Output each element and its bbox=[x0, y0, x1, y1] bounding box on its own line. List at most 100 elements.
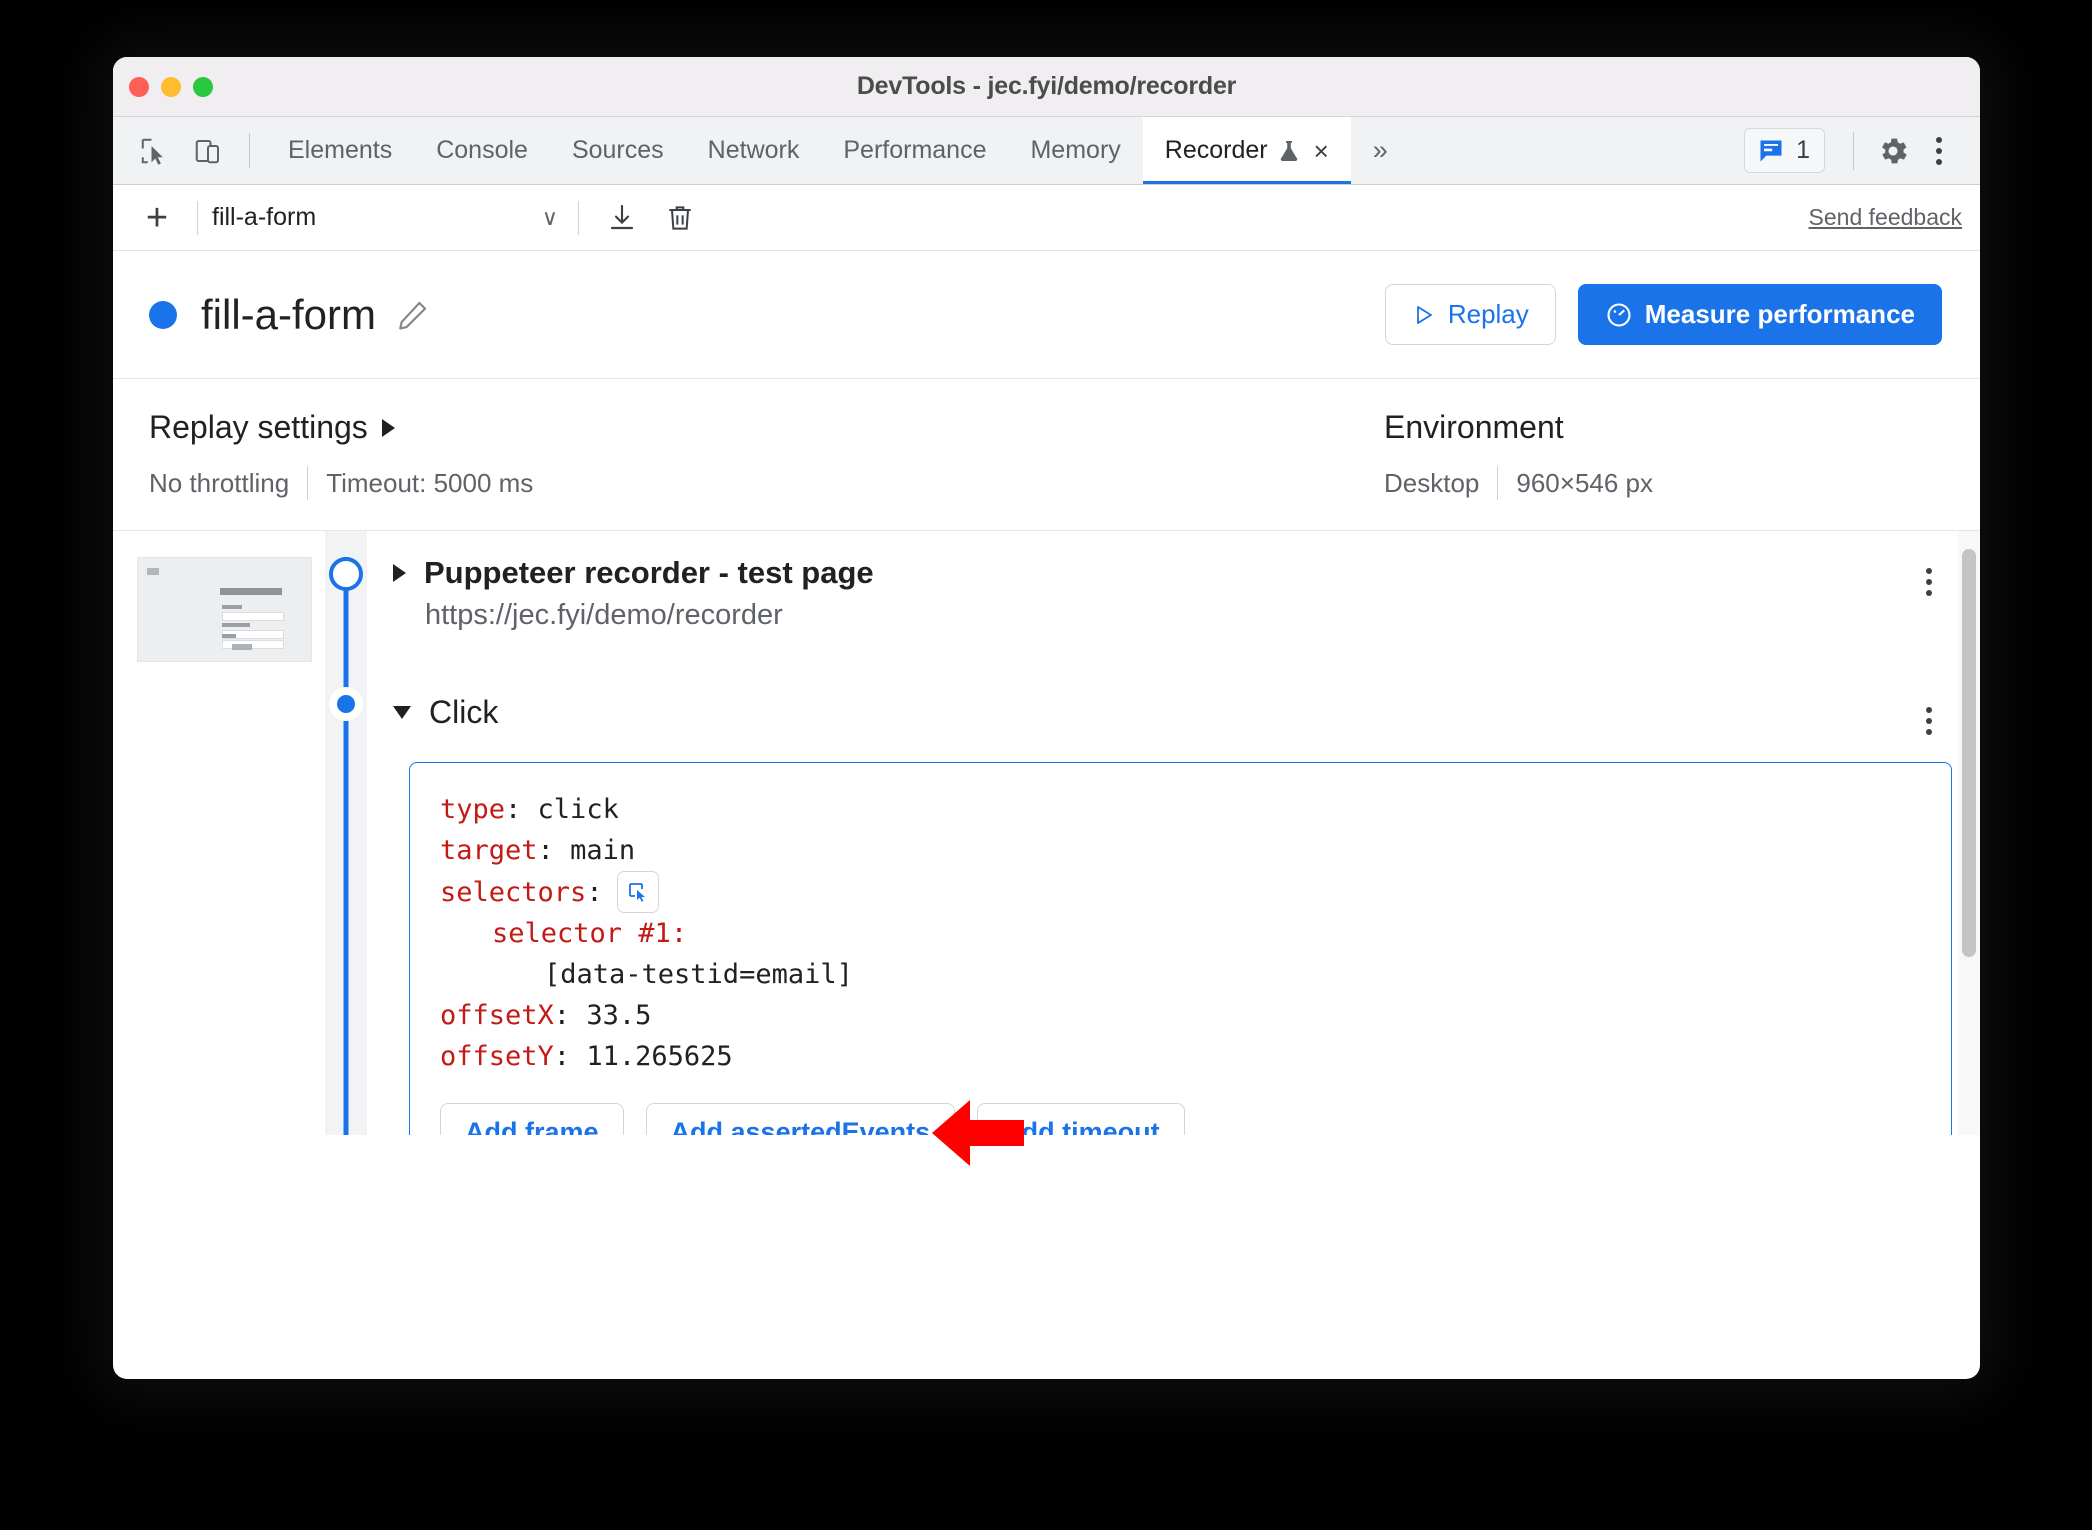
thumb-input bbox=[222, 612, 284, 621]
recording-actions: Replay Measure performance bbox=[1384, 284, 1942, 345]
step-start-header[interactable]: Puppeteer recorder - test page bbox=[393, 555, 1906, 591]
step-click-menu-icon[interactable] bbox=[1906, 694, 1952, 740]
replay-button[interactable]: Replay bbox=[1384, 284, 1556, 345]
code-add-buttons: Add frame Add assertedEvents Add timeout bbox=[440, 1103, 1921, 1135]
replay-settings-toggle[interactable]: Replay settings bbox=[149, 409, 1384, 446]
step-click-header[interactable]: Click bbox=[393, 694, 1906, 731]
step-start[interactable]: Puppeteer recorder - test page https://j… bbox=[367, 555, 1980, 632]
code-line-offsetx[interactable]: offsetX: 33.5 bbox=[440, 995, 1921, 1036]
code-line-target[interactable]: target: main bbox=[440, 830, 1921, 871]
thumb-label bbox=[222, 634, 236, 638]
measure-performance-button[interactable]: Measure performance bbox=[1577, 284, 1942, 345]
add-frame-button[interactable]: Add frame bbox=[440, 1103, 624, 1135]
code-key: type bbox=[440, 794, 506, 825]
add-timeout-button[interactable]: Add timeout bbox=[977, 1103, 1185, 1135]
code-line-type[interactable]: type: click bbox=[440, 789, 1921, 830]
download-icon[interactable] bbox=[593, 202, 651, 234]
kebab-menu-icon[interactable] bbox=[1916, 128, 1962, 174]
close-window-button[interactable] bbox=[129, 76, 149, 97]
recording-header: fill-a-form Replay Measure performance bbox=[113, 251, 1980, 379]
environment-summary: Desktop 960×546 px bbox=[1384, 466, 1944, 500]
code-key: offsetY bbox=[440, 1041, 554, 1073]
step-start-menu-icon[interactable] bbox=[1906, 555, 1952, 601]
timeout-value: Timeout: 5000 ms bbox=[326, 467, 534, 498]
tab-recorder[interactable]: Recorder × bbox=[1142, 117, 1351, 184]
measure-performance-label: Measure performance bbox=[1644, 299, 1915, 329]
tabbar-right-actions: 1 bbox=[1744, 117, 1980, 184]
device-toolbar-icon[interactable] bbox=[181, 117, 235, 184]
thumb-heading bbox=[220, 588, 282, 595]
recording-select[interactable]: fill-a-form ∨ bbox=[212, 203, 564, 232]
tab-label: Sources bbox=[571, 136, 664, 164]
more-tabs-button[interactable]: » bbox=[1351, 117, 1410, 184]
code-key: selectors bbox=[440, 876, 587, 908]
timeline-line bbox=[343, 557, 349, 1135]
window-titlebar: DevTools - jec.fyi/demo/recorder bbox=[113, 57, 1980, 117]
tab-label: Memory bbox=[1030, 136, 1121, 164]
code-value: [data-testid=email] bbox=[544, 959, 853, 991]
step-click[interactable]: Click bbox=[367, 694, 1980, 740]
tab-label: Console bbox=[436, 136, 528, 164]
step-click-title: Click bbox=[429, 694, 499, 730]
create-recording-button[interactable]: + bbox=[131, 199, 183, 237]
recording-select-value: fill-a-form bbox=[212, 203, 317, 231]
timeline-node-start[interactable] bbox=[329, 557, 363, 591]
code-colon: : bbox=[537, 835, 571, 867]
gear-icon[interactable] bbox=[1870, 128, 1916, 174]
chevron-down-icon[interactable] bbox=[393, 706, 411, 719]
tool-tabs: Elements Console Sources Network Perform… bbox=[266, 117, 1410, 184]
window-title: DevTools - jec.fyi/demo/recorder bbox=[856, 72, 1237, 100]
code-line-selectors[interactable]: selectors: bbox=[440, 871, 1921, 914]
environment-col: Environment Desktop 960×546 px bbox=[1384, 409, 1944, 500]
tab-console[interactable]: Console bbox=[414, 117, 550, 184]
devtools-tabbar: Elements Console Sources Network Perform… bbox=[113, 117, 1980, 185]
code-line-offsety[interactable]: offsetY: 11.265625 bbox=[440, 1036, 1921, 1077]
code-value: 33.5 bbox=[586, 1000, 652, 1032]
tab-memory[interactable]: Memory bbox=[1008, 117, 1142, 184]
settings-strip: Replay settings No throttling Timeout: 5… bbox=[113, 379, 1980, 531]
device-value: Desktop bbox=[1384, 467, 1480, 498]
messages-button[interactable]: 1 bbox=[1744, 128, 1825, 173]
inspect-cursor-icon[interactable] bbox=[127, 117, 181, 184]
close-tab-recorder-button[interactable]: × bbox=[1314, 138, 1329, 164]
chevron-right-icon[interactable] bbox=[393, 564, 406, 582]
add-assertedevents-button[interactable]: Add assertedEvents bbox=[645, 1103, 956, 1135]
tab-elements[interactable]: Elements bbox=[266, 117, 414, 184]
steps-scrollbar-track[interactable] bbox=[1958, 531, 1980, 1135]
steps-timeline-rail bbox=[325, 531, 367, 1135]
chevron-down-icon: ∨ bbox=[541, 204, 558, 230]
step-start-title: Puppeteer recorder - test page bbox=[424, 555, 874, 590]
replay-settings-label: Replay settings bbox=[149, 409, 368, 445]
tab-network[interactable]: Network bbox=[686, 117, 822, 184]
code-line-selector-1[interactable]: selector #1: bbox=[440, 913, 1921, 954]
code-line-selector-value[interactable]: [data-testid=email] bbox=[440, 954, 1921, 995]
performance-gauge-icon bbox=[1605, 301, 1633, 329]
steps-scrollbar-thumb[interactable] bbox=[1962, 549, 1976, 957]
window-traffic-lights[interactable] bbox=[129, 76, 213, 97]
tab-label: Recorder bbox=[1164, 136, 1268, 164]
tab-performance[interactable]: Performance bbox=[821, 117, 1008, 184]
divider bbox=[1497, 466, 1499, 500]
tab-label: Performance bbox=[843, 136, 987, 164]
code-value: 11.265625 bbox=[586, 1041, 733, 1073]
code-value: main bbox=[570, 835, 636, 867]
trash-icon[interactable] bbox=[651, 202, 709, 234]
send-feedback-link[interactable]: Send feedback bbox=[1809, 204, 1962, 231]
environment-label: Environment bbox=[1384, 409, 1564, 445]
page-title: fill-a-form bbox=[201, 290, 376, 338]
thumb-logo bbox=[147, 568, 159, 575]
timeline-node-click[interactable] bbox=[329, 687, 363, 721]
maximize-window-button[interactable] bbox=[193, 76, 213, 97]
toolbar-divider bbox=[249, 133, 250, 168]
code-colon: : bbox=[586, 876, 603, 908]
selector-picker-icon[interactable] bbox=[616, 871, 659, 914]
thumb-label bbox=[222, 605, 242, 609]
pencil-icon[interactable] bbox=[396, 298, 430, 332]
minimize-window-button[interactable] bbox=[161, 76, 181, 97]
steps-list: Puppeteer recorder - test page https://j… bbox=[113, 531, 1980, 1135]
devtools-window: DevTools - jec.fyi/demo/recorder Element… bbox=[113, 57, 1980, 1379]
tab-sources[interactable]: Sources bbox=[550, 117, 686, 184]
toolbar-separator-2 bbox=[578, 200, 579, 235]
code-colon: : bbox=[505, 794, 538, 825]
play-triangle-icon bbox=[1412, 303, 1436, 327]
